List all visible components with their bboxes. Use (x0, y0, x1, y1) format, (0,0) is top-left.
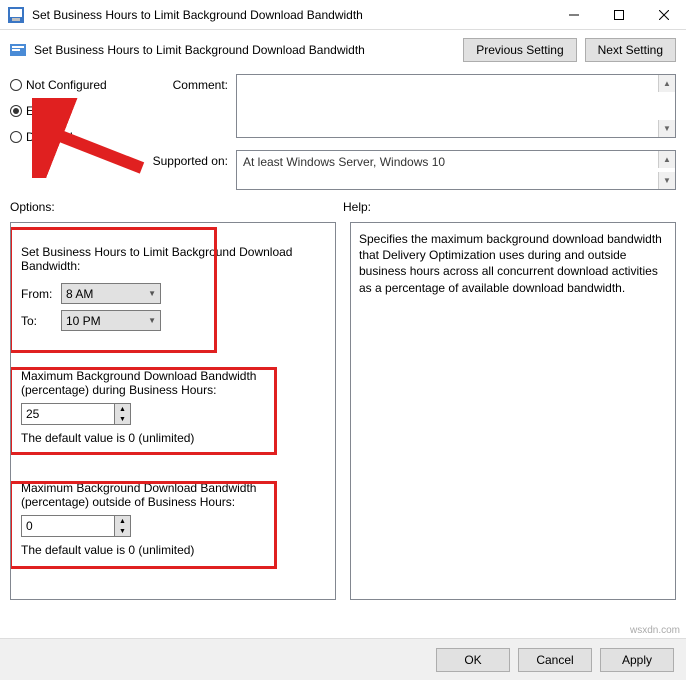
close-button[interactable] (641, 0, 686, 29)
header-title: Set Business Hours to Limit Background D… (34, 43, 455, 57)
cancel-button[interactable]: Cancel (518, 648, 592, 672)
comment-label: Comment: (138, 74, 228, 92)
maximize-button[interactable] (596, 0, 641, 29)
radio-disabled[interactable]: Disabled (10, 130, 130, 144)
next-setting-button[interactable]: Next Setting (585, 38, 676, 62)
comment-textarea[interactable]: ▲▼ (236, 74, 676, 138)
ok-button[interactable]: OK (436, 648, 510, 672)
highlight-box (10, 367, 277, 455)
scroll-down-icon[interactable]: ▼ (658, 120, 675, 137)
scroll-up-icon[interactable]: ▲ (658, 75, 675, 92)
help-pane: Specifies the maximum background downloa… (350, 222, 676, 600)
supported-on-label: Supported on: (138, 150, 228, 168)
minimize-button[interactable] (551, 0, 596, 29)
radio-enabled[interactable]: Enabled (10, 104, 130, 118)
help-label: Help: (343, 200, 676, 214)
radio-not-configured[interactable]: Not Configured (10, 78, 130, 92)
header-bar: Set Business Hours to Limit Background D… (0, 30, 686, 70)
scroll-down-icon[interactable]: ▼ (658, 172, 675, 189)
titlebar: Set Business Hours to Limit Background D… (0, 0, 686, 30)
supported-on-value: At least Windows Server, Windows 10 (243, 155, 445, 169)
highlight-box (10, 481, 277, 569)
options-label: Options: (10, 200, 343, 214)
help-text: Specifies the maximum background downloa… (359, 231, 667, 296)
radio-disabled-label: Disabled (26, 130, 73, 144)
footer: OK Cancel Apply (0, 638, 686, 680)
options-pane: Set Business Hours to Limit Background D… (10, 222, 336, 600)
watermark: wsxdn.com (630, 625, 680, 636)
app-icon (8, 7, 24, 23)
window-title: Set Business Hours to Limit Background D… (32, 8, 551, 22)
apply-button[interactable]: Apply (600, 648, 674, 672)
supported-on-box: At least Windows Server, Windows 10 ▲ ▼ (236, 150, 676, 190)
highlight-box (10, 227, 217, 353)
radio-not-configured-label: Not Configured (26, 78, 107, 92)
previous-setting-button[interactable]: Previous Setting (463, 38, 576, 62)
radio-enabled-label: Enabled (26, 104, 70, 118)
policy-icon (10, 42, 26, 58)
scroll-up-icon[interactable]: ▲ (658, 151, 675, 168)
